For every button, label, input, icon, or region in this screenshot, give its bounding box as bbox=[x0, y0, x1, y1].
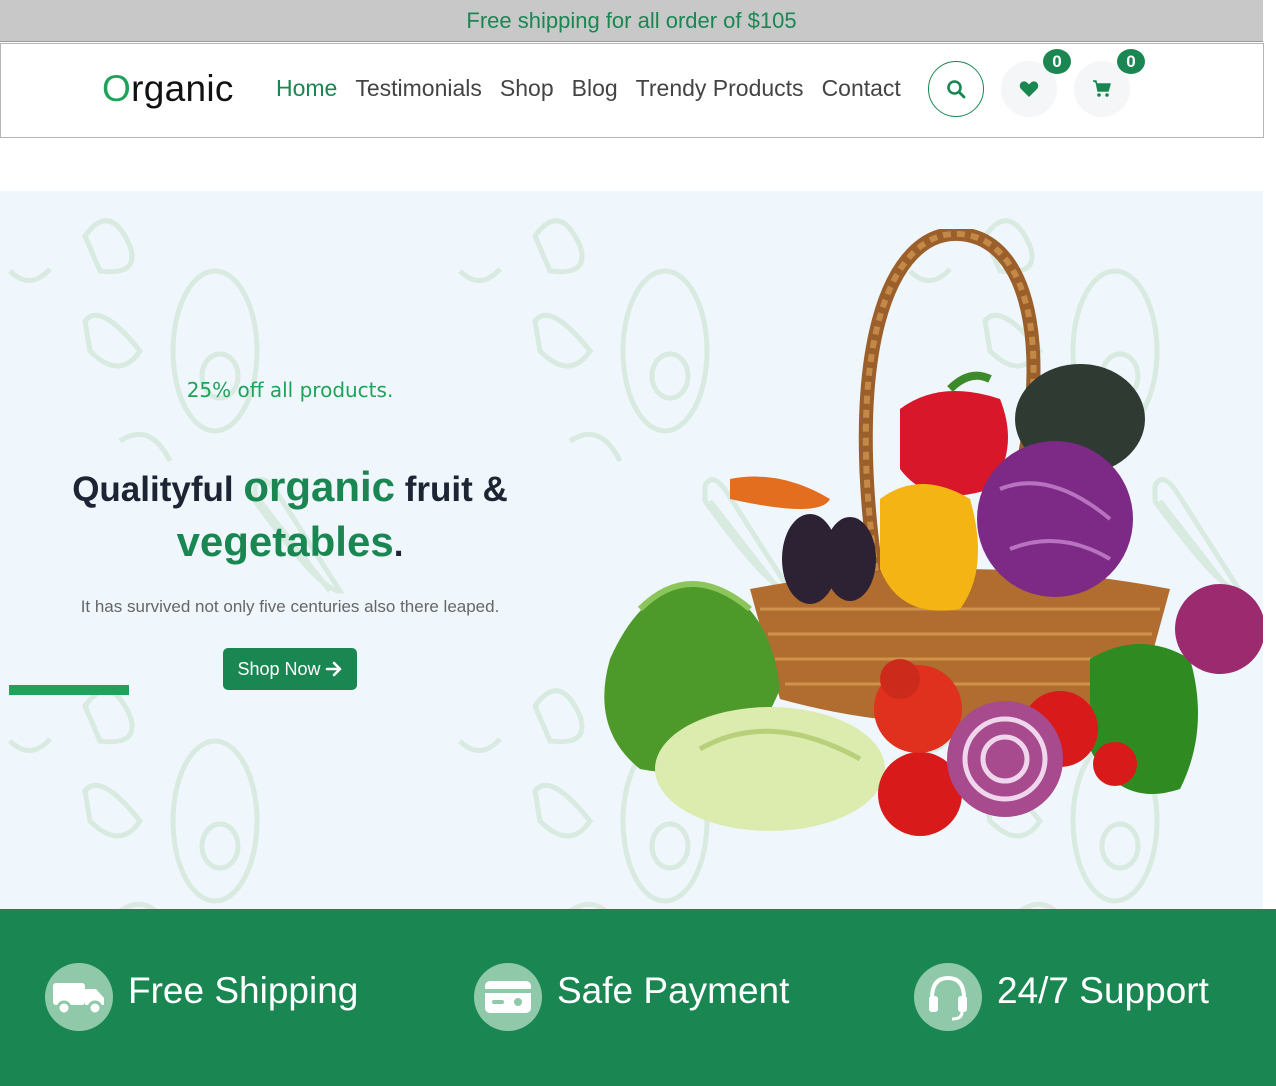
shop-now-label: Shop Now bbox=[237, 658, 321, 679]
hero-subtext: It has survived not only five centuries … bbox=[80, 597, 500, 616]
vegetable-basket-image bbox=[604, 229, 1263, 836]
wishlist-count-badge: 0 bbox=[1043, 49, 1071, 74]
headline-highlight-vegetables: vegetables bbox=[176, 518, 394, 565]
headline-part-3: fruit & bbox=[395, 470, 508, 509]
nav-testimonials[interactable]: Testimonials bbox=[355, 75, 482, 102]
logo-text: rganic bbox=[131, 68, 234, 109]
hero-section: 25% off all products. Qualityful organic… bbox=[0, 191, 1263, 909]
headline-period: . bbox=[393, 525, 404, 564]
cart-icon bbox=[1093, 80, 1111, 97]
announcement-text: Free shipping for all order of $105 bbox=[466, 7, 797, 33]
nav-blog[interactable]: Blog bbox=[572, 75, 618, 102]
feature-safe-payment: Safe Payment bbox=[474, 963, 789, 1031]
features-bar: Free Shipping Safe Payment 24/7 Support bbox=[0, 909, 1276, 1086]
navbar: Organic Home Testimonials Shop Blog Tren… bbox=[0, 43, 1264, 138]
logo-initial: O bbox=[102, 68, 132, 109]
announcement-bar: Free shipping for all order of $105 bbox=[0, 0, 1263, 42]
credit-card-icon bbox=[474, 963, 542, 1031]
logo[interactable]: Organic bbox=[102, 68, 234, 110]
shop-now-button[interactable]: Shop Now bbox=[223, 648, 357, 690]
arrow-right-icon bbox=[325, 661, 341, 677]
nav-trendy-products[interactable]: Trendy Products bbox=[636, 75, 804, 102]
nav-contact[interactable]: Contact bbox=[822, 75, 901, 102]
truck-icon bbox=[45, 963, 113, 1031]
headline-highlight-organic: organic bbox=[243, 463, 396, 510]
heart-icon bbox=[1019, 81, 1039, 97]
headline-part-1: Qualityful bbox=[72, 470, 244, 509]
search-button[interactable] bbox=[928, 61, 984, 117]
main-nav: Home Testimonials Shop Blog Trendy Produ… bbox=[276, 75, 919, 102]
promo-text: 25% off all products. bbox=[186, 378, 394, 402]
headset-icon bbox=[914, 963, 982, 1031]
feature-label: Safe Payment bbox=[557, 969, 790, 1011]
search-icon bbox=[947, 80, 966, 99]
feature-label: Free Shipping bbox=[128, 969, 359, 1011]
cart-count-badge: 0 bbox=[1117, 49, 1145, 74]
hero-headline: Qualityful organic fruit & vegetables. bbox=[20, 461, 560, 571]
feature-free-shipping: Free Shipping bbox=[45, 963, 358, 1031]
feature-support: 24/7 Support bbox=[914, 963, 1209, 1031]
decorative-bar bbox=[9, 685, 129, 695]
nav-shop[interactable]: Shop bbox=[500, 75, 554, 102]
nav-home[interactable]: Home bbox=[276, 75, 337, 102]
feature-label: 24/7 Support bbox=[997, 969, 1209, 1011]
